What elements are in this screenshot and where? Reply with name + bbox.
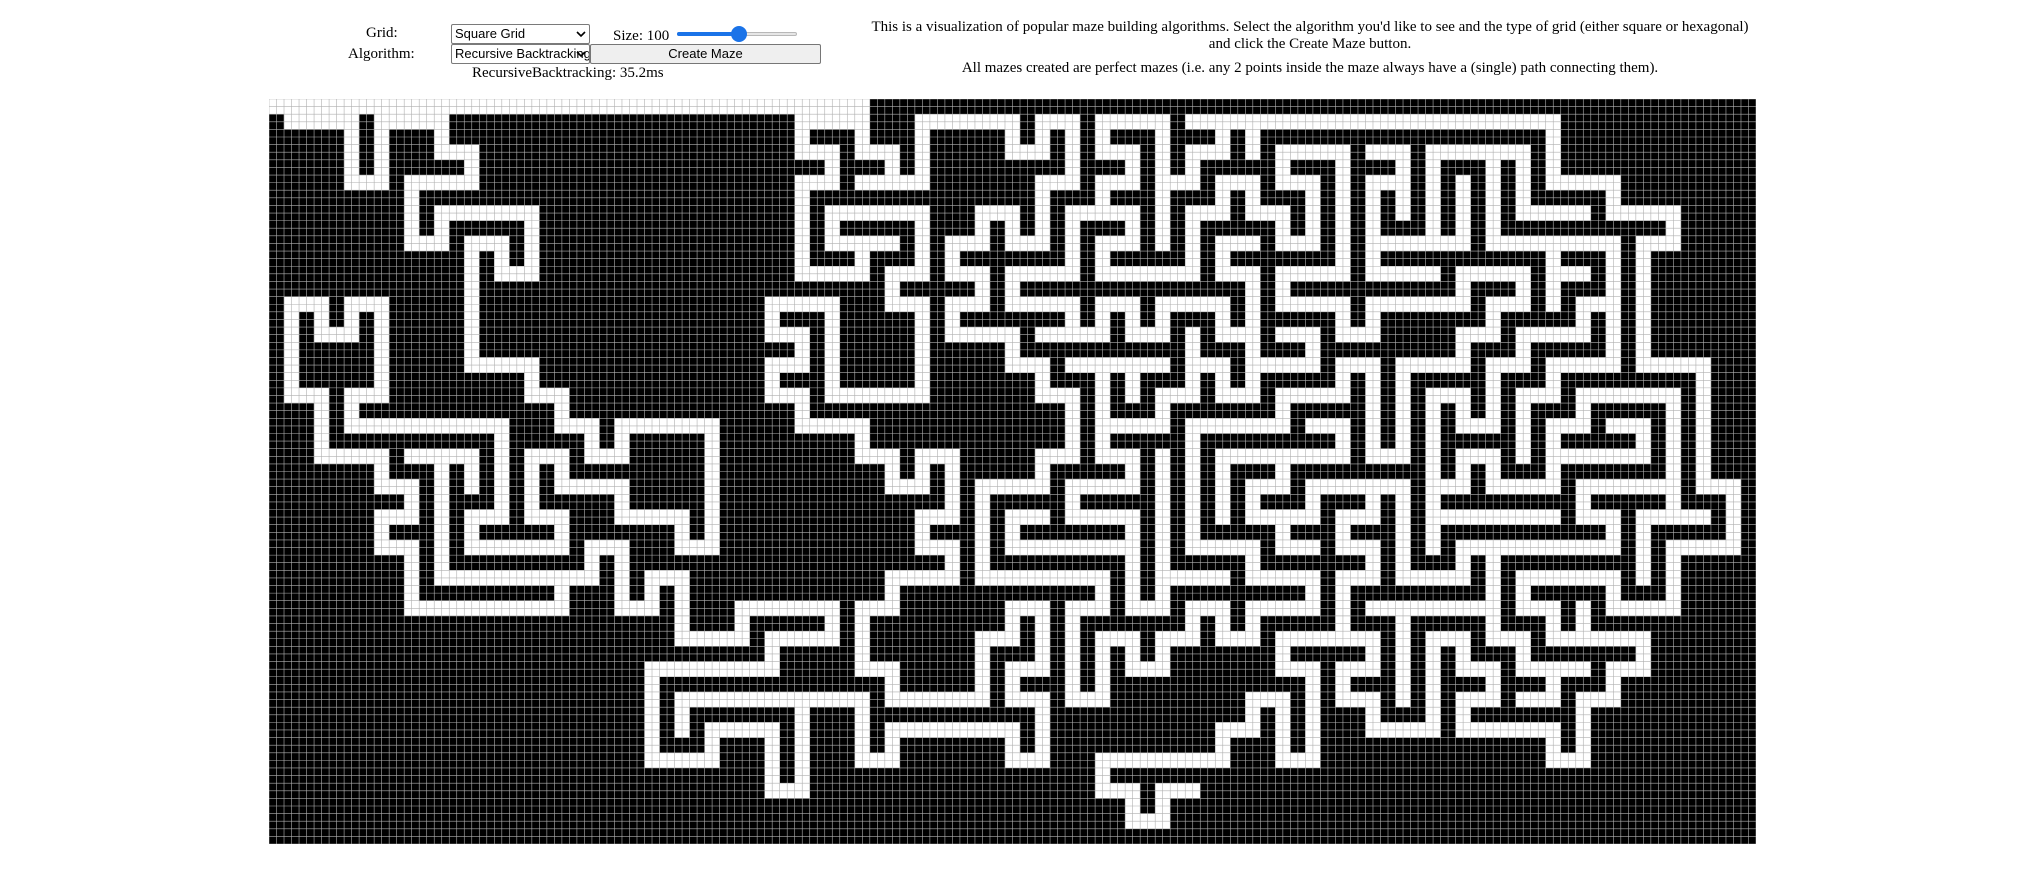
- algorithm-label: Algorithm:: [348, 46, 415, 62]
- description-line-2: All mazes created are perfect mazes (i.e…: [961, 60, 1659, 76]
- algorithm-select[interactable]: Recursive Backtracking: [451, 44, 590, 64]
- grid-select-value: Square Grid: [455, 26, 526, 41]
- algorithm-select-value: Recursive Backtracking: [455, 46, 590, 61]
- timing-text: RecursiveBacktracking: 35.2ms: [472, 65, 664, 81]
- grid-label: Grid:: [366, 25, 398, 41]
- size-slider-thumb[interactable]: [731, 26, 748, 42]
- chevron-down-icon: [576, 31, 586, 38]
- size-label: Size: 100: [613, 28, 670, 44]
- size-slider-fill: [677, 32, 740, 36]
- description: This is a visualization of popular maze …: [860, 19, 1760, 77]
- maze-controls: Grid: Square Grid Size: 100 Algorithm: R…: [0, 0, 2028, 100]
- description-line-1: This is a visualization of popular maze …: [871, 19, 1749, 52]
- size-slider[interactable]: [677, 25, 797, 43]
- create-maze-button[interactable]: Create Maze: [590, 44, 821, 64]
- maze-canvas[interactable]: [269, 99, 1756, 844]
- chevron-down-icon: [576, 51, 586, 58]
- grid-select[interactable]: Square Grid: [451, 24, 590, 44]
